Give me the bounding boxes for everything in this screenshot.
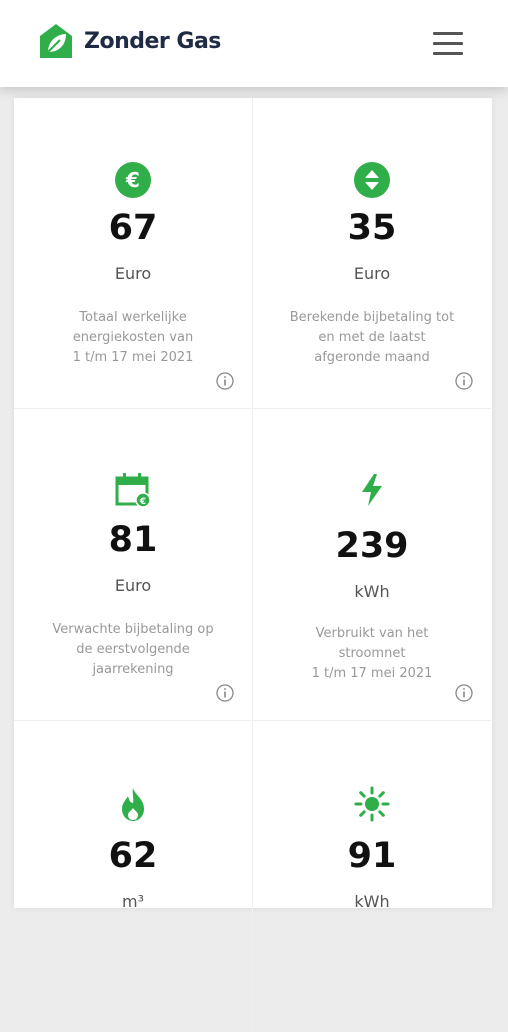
info-icon[interactable] <box>216 684 234 702</box>
description-line: Totaal werkelijke <box>79 310 187 325</box>
calendar-euro-icon: € <box>115 473 151 508</box>
logo[interactable]: Zonder Gas <box>38 22 221 60</box>
stat-value: 67 <box>108 208 158 248</box>
stat-unit: Euro <box>114 576 152 595</box>
stat-description: Verwachte bijbetaling op de eerstvolgend… <box>38 620 228 680</box>
stats-grid: € 67 Euro Totaal werkelijke energiekoste… <box>14 98 492 1032</box>
stat-card-grid-usage: 239 kWh Verbruikt van het stroomnet 1 t/… <box>253 410 491 721</box>
description-line: energiekosten van <box>72 330 194 345</box>
svg-text:€: € <box>125 168 140 192</box>
sun-icon <box>354 786 390 822</box>
stat-value: 239 <box>335 526 409 566</box>
description-line: Verbruikt van het <box>315 626 429 641</box>
stat-card-calculated-payment: 35 Euro Berekende bijbetaling tot en met… <box>253 98 491 409</box>
brand-name: Zonder Gas <box>84 28 221 54</box>
description-line: Berekende bijbetaling tot <box>289 310 455 325</box>
info-icon[interactable] <box>216 372 234 390</box>
up-down-arrows-icon <box>354 162 390 198</box>
stat-unit: kWh <box>354 582 390 601</box>
stat-description: Berekende bijbetaling tot en met de laat… <box>277 308 467 368</box>
stat-unit: m³ <box>122 892 144 911</box>
info-icon[interactable] <box>455 372 473 390</box>
house-leaf-icon <box>40 24 72 58</box>
stat-unit: kWh <box>354 892 390 911</box>
stat-value: 62 <box>108 836 158 876</box>
stat-unit: Euro <box>114 264 152 283</box>
stat-value: 91 <box>347 836 397 876</box>
stat-value: 81 <box>108 520 158 560</box>
description-line: de eerstvolgende <box>76 642 190 657</box>
flame-icon <box>122 788 144 821</box>
description-line: 1 t/m 17 mei 2021 <box>72 350 194 365</box>
description-line: stroomnet <box>338 646 406 661</box>
description-line: afgeronde maand <box>314 350 430 365</box>
info-icon[interactable] <box>455 684 473 702</box>
app-header: Zonder Gas <box>0 0 508 87</box>
stat-card-total-costs: € 67 Euro Totaal werkelijke energiekoste… <box>14 98 253 409</box>
stat-description: Totaal werkelijke energiekosten van 1 t/… <box>38 308 228 368</box>
stat-description: Verbruikt van het stroomnet 1 t/m 17 mei… <box>277 624 467 684</box>
description-line: 1 t/m 17 mei 2021 <box>311 666 433 681</box>
stat-card-solar-production: 91 kWh <box>253 722 491 1032</box>
stat-unit: Euro <box>353 264 391 283</box>
description-line: en met de laatst <box>318 330 426 345</box>
stat-card-expected-payment: € 81 Euro Verwachte bijbetaling op de ee… <box>14 410 253 721</box>
euro-icon: € <box>115 162 151 198</box>
stat-card-gas-usage: 62 m³ <box>14 722 253 1032</box>
hamburger-menu-icon[interactable] <box>433 32 463 56</box>
stat-value: 35 <box>347 208 397 248</box>
description-line: jaarrekening <box>92 662 174 677</box>
svg-text:€: € <box>139 497 146 507</box>
lightning-icon <box>362 474 382 506</box>
description-line: Verwachte bijbetaling op <box>52 622 214 637</box>
